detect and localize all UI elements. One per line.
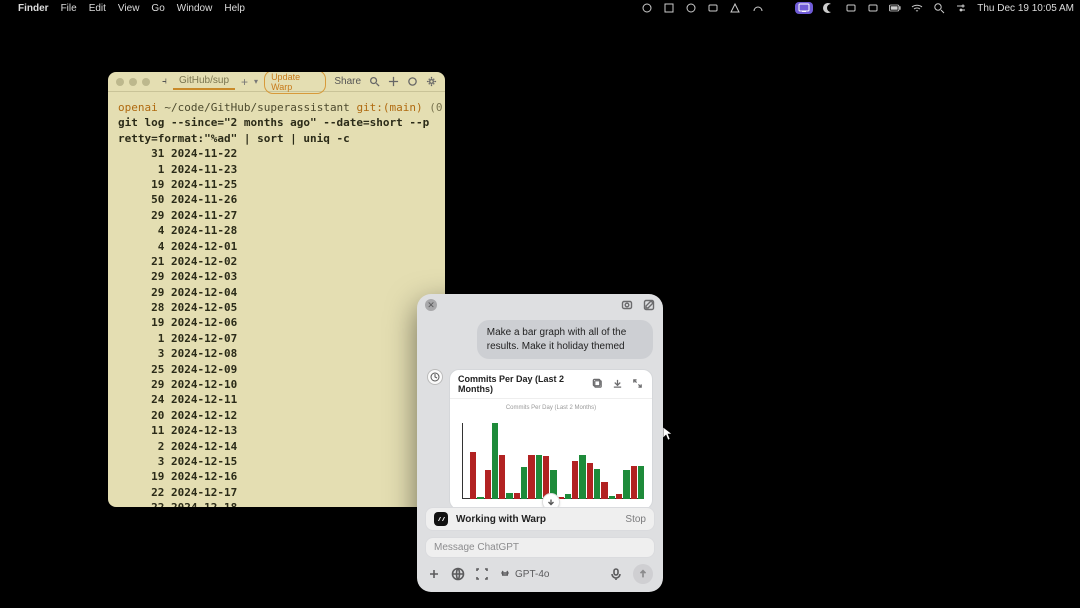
menubar-clock[interactable]: Thu Dec 19 10:05 AM — [977, 3, 1074, 14]
macos-menubar: Finder File Edit View Go Window Help Thu… — [0, 0, 1080, 16]
chart-bar — [521, 467, 527, 499]
message-input-placeholder: Message ChatGPT — [434, 542, 519, 553]
window-traffic-lights[interactable] — [116, 78, 150, 86]
warp-app-icon — [434, 512, 448, 526]
menubar-status-icon[interactable] — [641, 2, 653, 14]
chatgpt-window: ✕ Make a bar graph with all of the resul… — [417, 294, 663, 592]
message-input[interactable]: Message ChatGPT — [425, 537, 655, 558]
chart-bar — [514, 493, 520, 499]
user-message-bubble: Make a bar graph with all of the results… — [477, 320, 653, 359]
chart-bar — [506, 493, 512, 499]
wifi-icon[interactable] — [911, 2, 923, 14]
menubar-go[interactable]: Go — [151, 3, 164, 14]
menubar-status-icon[interactable] — [773, 2, 785, 14]
chart-bar — [572, 461, 578, 499]
model-picker[interactable]: GPT-4o — [499, 568, 549, 580]
menubar-status-icon[interactable] — [685, 2, 697, 14]
screenshot-icon[interactable] — [621, 299, 633, 311]
chart-bar — [601, 482, 607, 499]
stop-button[interactable]: Stop — [625, 514, 646, 525]
spotlight-search-icon[interactable] — [933, 2, 945, 14]
download-icon[interactable] — [612, 378, 624, 390]
assistant-chart-card: Commits Per Day (Last 2 Months) Commits … — [449, 369, 653, 507]
warp-window: ⫞ GitHub/sup + ▾ Update Warp Share opena… — [108, 72, 445, 507]
battery-icon[interactable] — [889, 2, 901, 14]
chart-bar — [499, 455, 505, 499]
microphone-icon[interactable] — [609, 567, 623, 581]
chart-bar — [565, 494, 571, 499]
chart-bar — [631, 466, 637, 499]
chart-bar — [587, 463, 593, 499]
tab-menu-chevron-icon[interactable]: ▾ — [254, 77, 258, 86]
share-button[interactable]: Share — [334, 76, 361, 87]
expand-icon[interactable] — [632, 378, 644, 390]
menubar-status-icon[interactable] — [729, 2, 741, 14]
sparkle-icon[interactable] — [388, 76, 399, 88]
screen-record-indicator-icon[interactable] — [795, 2, 813, 14]
new-tab-button[interactable]: + — [241, 75, 248, 89]
menubar-status-icon[interactable] — [663, 2, 675, 14]
chart-bar — [609, 496, 615, 499]
chart-bar — [623, 470, 629, 499]
notification-icon[interactable] — [407, 76, 418, 88]
commits-bar-chart: Commits Per Day (Last 2 Months) — [450, 399, 652, 507]
warp-tab[interactable]: GitHub/sup — [173, 73, 235, 90]
close-icon[interactable]: ✕ — [425, 299, 437, 311]
working-status-bar: Working with Warp Stop — [425, 507, 655, 531]
terminal-output[interactable]: openai ~/code/GitHub/superassistant git:… — [108, 92, 445, 507]
chart-bar — [594, 469, 600, 499]
menubar-window[interactable]: Window — [177, 3, 213, 14]
copy-icon[interactable] — [592, 378, 604, 390]
menubar-status-icon[interactable] — [707, 2, 719, 14]
menubar-status-icon[interactable] — [751, 2, 763, 14]
new-chat-icon[interactable] — [643, 299, 655, 311]
search-icon[interactable] — [369, 76, 380, 88]
menubar-app-name[interactable]: Finder — [18, 3, 49, 14]
chart-bar — [536, 455, 542, 499]
warp-titlebar[interactable]: ⫞ GitHub/sup + ▾ Update Warp Share — [108, 72, 445, 92]
menubar-file[interactable]: File — [61, 3, 77, 14]
scroll-down-button[interactable] — [542, 493, 560, 507]
chatgpt-titlebar[interactable]: ✕ — [417, 294, 663, 316]
send-button[interactable] — [633, 564, 653, 584]
chart-bar — [470, 452, 476, 499]
gear-icon[interactable] — [426, 76, 437, 88]
mouse-cursor-icon — [663, 427, 673, 441]
chart-bar — [477, 497, 483, 499]
menubar-edit[interactable]: Edit — [89, 3, 106, 14]
menubar-status-icon[interactable] — [867, 2, 879, 14]
capture-icon[interactable] — [475, 567, 489, 581]
update-warp-button[interactable]: Update Warp — [264, 72, 326, 94]
chart-bar — [528, 455, 534, 499]
do-not-disturb-icon[interactable] — [823, 2, 835, 14]
chart-card-title: Commits Per Day (Last 2 Months) — [458, 374, 592, 394]
chart-bar — [616, 494, 622, 499]
chart-bar — [579, 455, 585, 499]
menubar-view[interactable]: View — [118, 3, 140, 14]
menubar-help[interactable]: Help — [224, 3, 245, 14]
status-text: Working with Warp — [456, 514, 617, 525]
chat-toolbar: GPT-4o — [417, 562, 663, 592]
chart-bar — [638, 466, 644, 499]
chart-bar — [492, 423, 498, 499]
control-center-icon[interactable] — [955, 2, 967, 14]
menubar-status-icon[interactable] — [845, 2, 857, 14]
attach-icon[interactable] — [427, 567, 441, 581]
split-icon[interactable]: ⫞ — [162, 76, 167, 87]
chart-inner-title: Commits Per Day (Last 2 Months) — [458, 405, 644, 411]
chart-bar — [485, 470, 491, 499]
globe-icon[interactable] — [451, 567, 465, 581]
assistant-avatar-icon — [427, 369, 443, 385]
